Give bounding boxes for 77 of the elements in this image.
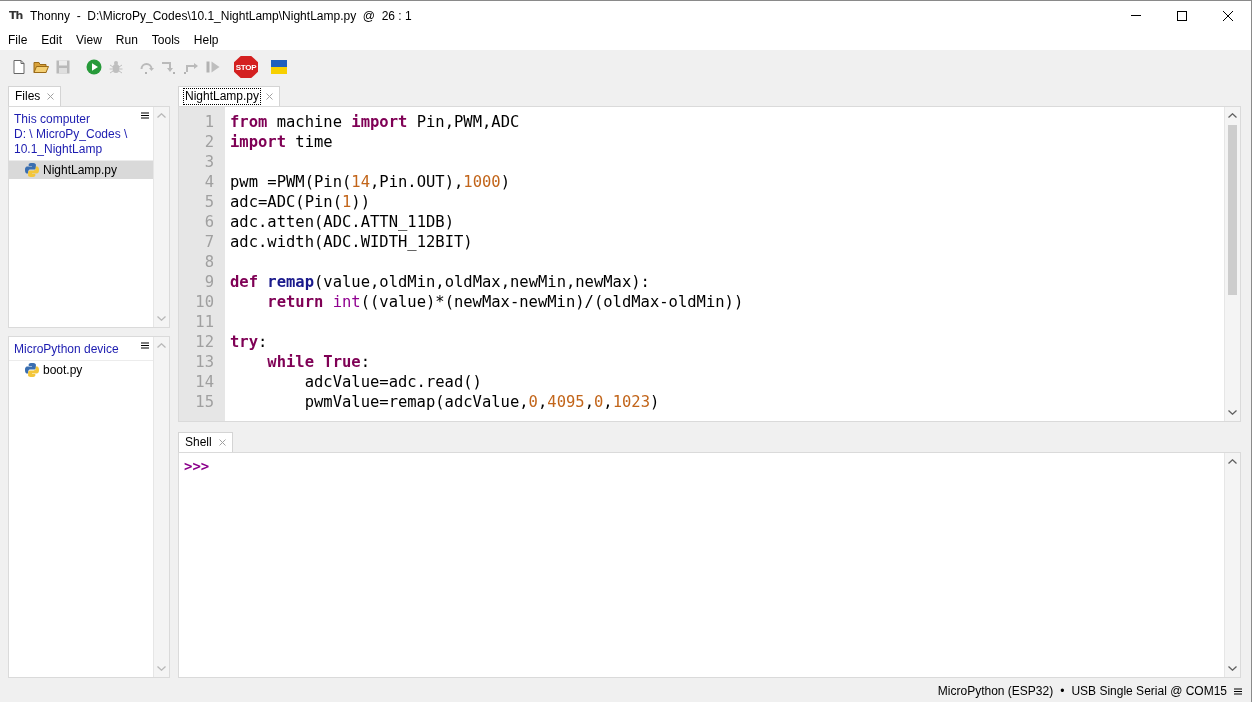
scroll-up-icon[interactable] (1228, 459, 1237, 464)
window-title: Thonny - D:\MicroPy_Codes\10.1_NightLamp\NightLamp.py @ 26 : 1 (30, 8, 413, 23)
bar-play-icon (205, 59, 221, 75)
minimize-icon (1131, 15, 1141, 16)
menu-item[interactable]: Edit (34, 31, 70, 49)
close-icon (1223, 10, 1233, 21)
code-line: adc.atten(ADC.ATTN_11DB) (230, 212, 454, 232)
scrollbar[interactable] (1224, 107, 1240, 421)
menu-icon[interactable] (141, 342, 149, 349)
flag-button[interactable] (269, 57, 289, 77)
code-line: while True: (267, 352, 370, 372)
line-number: 1 (204, 112, 214, 132)
shell-console[interactable]: >>> (178, 452, 1241, 678)
line-number: 8 (204, 252, 214, 272)
play-icon (86, 59, 102, 75)
tab[interactable]: NightLamp.py (178, 86, 281, 106)
close-icon[interactable] (218, 439, 226, 446)
code-line: adc.width(ADC.WIDTH_12BIT) (230, 232, 473, 252)
code-line: pwm =PWM(Pin(14,Pin.OUT),1000) (230, 172, 510, 192)
line-number: 2 (204, 132, 214, 152)
line-number: 7 (204, 232, 214, 252)
menu-item[interactable]: Help (186, 31, 226, 49)
scrollbar[interactable] (1224, 453, 1240, 677)
folder-icon (33, 59, 49, 75)
tab[interactable]: Shell (178, 432, 233, 452)
scroll-down-icon[interactable] (1228, 410, 1237, 415)
code-line: return int((value)*(newMax-newMin)/(oldMax-oldMin)) (267, 292, 744, 312)
shell-prompt: >>> (184, 458, 210, 474)
flag-icon (271, 59, 287, 75)
location-title[interactable]: MicroPython device (14, 342, 140, 357)
app-logo: Th (9, 9, 24, 22)
scroll-down-icon[interactable] (1228, 666, 1237, 671)
menu-icon[interactable] (141, 112, 149, 119)
stop-button[interactable]: STOP (234, 56, 258, 78)
python-file-icon (24, 162, 40, 178)
interpreter-label[interactable]: MicroPython (ESP32) (937, 684, 1054, 698)
line-number: 15 (195, 392, 214, 412)
line-number: 6 (204, 212, 214, 232)
tree-item[interactable]: NightLamp.py (9, 161, 153, 179)
code-line: from machine import Pin,PWM,ADC (230, 112, 520, 132)
close-icon[interactable] (47, 93, 55, 100)
location-path[interactable]: D: \ MicroPy_Codes \ 10.1_NightLamp (14, 127, 140, 157)
line-number: 10 (195, 292, 214, 312)
code-editor[interactable] (178, 106, 1241, 422)
menu-item[interactable]: File (1, 31, 35, 49)
menu-icon[interactable] (1234, 687, 1242, 695)
line-number: 5 (204, 192, 214, 212)
bug-icon (108, 59, 124, 75)
line-number: 3 (204, 152, 214, 172)
menu-item[interactable]: View (69, 31, 109, 49)
maximize-icon (1177, 10, 1187, 21)
blank-page-icon (11, 59, 27, 75)
line-number: 14 (195, 372, 214, 392)
tab[interactable]: Files (8, 86, 62, 106)
menu-item[interactable]: Tools (144, 31, 187, 49)
code-line: adc=ADC(Pin(1)) (230, 192, 370, 212)
python-file-icon (24, 362, 40, 378)
code-line: def remap(value,oldMin,oldMax,newMin,newMax): (230, 272, 650, 292)
scrollbar-thumb[interactable] (1228, 125, 1237, 295)
run-button[interactable] (84, 57, 104, 77)
status-separator: • (1060, 684, 1065, 698)
code-line: adcValue=adc.read() (304, 372, 482, 392)
tree-item[interactable]: boot.py (9, 361, 153, 379)
bent-down-arrow-icon (161, 59, 177, 75)
line-number: 4 (204, 172, 214, 192)
line-number: 11 (195, 312, 214, 332)
code-line: try: (230, 332, 268, 352)
scroll-up-icon[interactable] (1228, 113, 1237, 118)
code-line: import time (230, 132, 333, 152)
close-icon[interactable] (266, 93, 274, 100)
line-number: 12 (195, 332, 214, 352)
menu-item[interactable]: Run (108, 31, 145, 49)
line-number: 13 (195, 352, 214, 372)
location-title[interactable]: This computer (14, 112, 140, 127)
line-number: 9 (204, 272, 214, 292)
port-label[interactable]: USB Single Serial @ COM15 (1071, 684, 1227, 698)
code-line: pwmValue=remap(adcValue,0,4095,0,1023) (304, 392, 660, 412)
